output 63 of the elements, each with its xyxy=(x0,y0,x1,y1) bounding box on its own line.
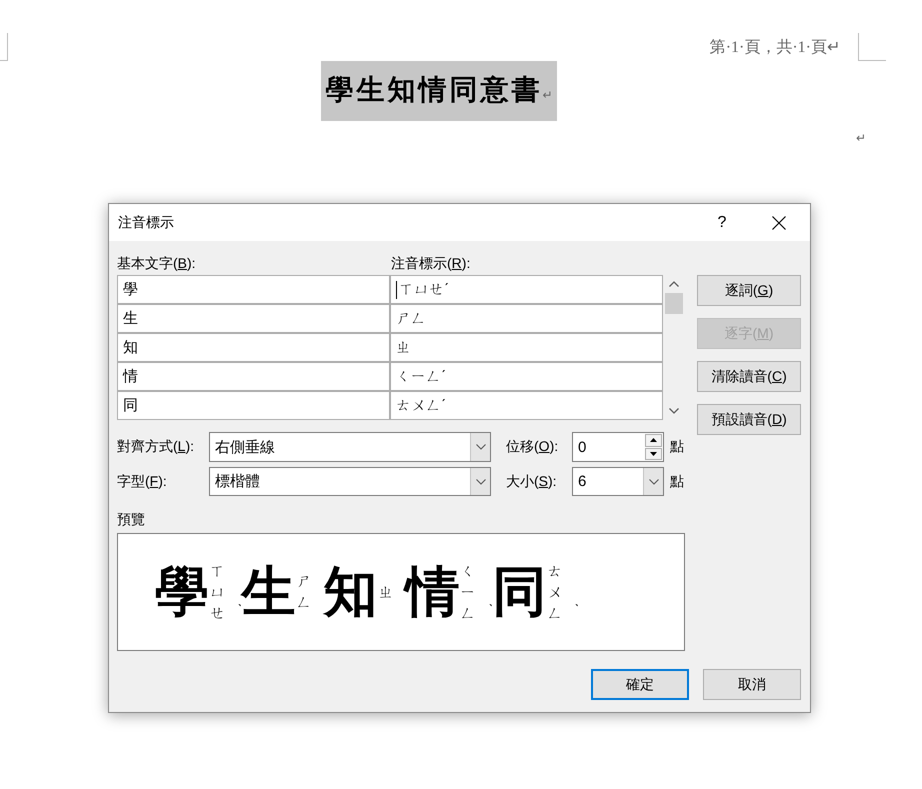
preview-zhuyin: ㄓ xyxy=(378,582,394,602)
base-text-field[interactable]: 知 xyxy=(118,334,389,361)
alignment-dropdown[interactable]: 右側垂線 xyxy=(209,432,491,462)
ruby-text-field[interactable]: ㄕㄥ xyxy=(391,305,662,332)
ruby-text-field[interactable]: ㄑㄧㄥˊ xyxy=(391,363,662,390)
cancel-button[interactable]: 取消 xyxy=(703,669,801,700)
chevron-down-icon xyxy=(476,478,486,484)
document-title: 學生知情同意書 xyxy=(325,75,542,106)
base-text-label: 基本文字(B): xyxy=(117,255,197,271)
chevron-down-icon xyxy=(648,478,658,484)
paragraph-mark: ↵ xyxy=(542,88,553,102)
page-header-text: 第·1·頁，共·1·頁↵ xyxy=(710,39,840,57)
scrollbar-thumb[interactable] xyxy=(665,293,683,314)
preview-character: 情 xyxy=(406,561,460,623)
scroll-down-icon[interactable] xyxy=(669,408,679,414)
preview-character: 學 xyxy=(155,561,209,623)
chevron-down-icon xyxy=(476,444,486,450)
ok-button[interactable]: 確定 xyxy=(591,669,689,700)
preview-zhuyin: ㄑㄧㄥ xyxy=(460,562,476,624)
preview-zhuyin: ㄕㄥ xyxy=(296,572,312,613)
preview-tone-mark: ˊ xyxy=(228,602,242,608)
preview-character: 同 xyxy=(492,561,546,623)
base-text-field[interactable]: 生 xyxy=(118,305,389,332)
size-dropdown[interactable]: 6 xyxy=(572,467,664,496)
base-text-field[interactable]: 學 xyxy=(118,276,389,303)
spin-down-button[interactable] xyxy=(645,448,662,460)
offset-label: 位移(O): xyxy=(505,438,560,456)
preview-tone-mark: ˊ xyxy=(566,602,580,608)
ruby-text-field[interactable]: ㄒㄩㄝˊ xyxy=(391,276,662,303)
preview-zhuyin: ㄊㄨㄥ xyxy=(547,562,562,624)
close-icon xyxy=(772,216,786,230)
font-label: 字型(F): xyxy=(117,472,168,490)
clear-reading-button[interactable]: 清除讀音(C) xyxy=(697,361,801,392)
preview-character: 知 xyxy=(324,561,378,623)
unit-label: 點 xyxy=(669,438,685,456)
preview-zhuyin: ㄒㄩㄝ xyxy=(210,562,225,624)
triangle-down-icon xyxy=(650,452,657,456)
preview-character: 生 xyxy=(242,561,296,623)
offset-spin-box[interactable]: 0 xyxy=(572,432,664,462)
font-dropdown[interactable]: 標楷體 xyxy=(209,467,491,496)
dropdown-arrow-button[interactable] xyxy=(470,433,490,461)
paragraph-mark: ↵ xyxy=(856,130,866,147)
margin-corner-mark xyxy=(0,33,8,61)
ruby-text-field[interactable]: ㄊㄨㄥˊ xyxy=(391,392,662,419)
spin-up-button[interactable] xyxy=(645,434,662,446)
preview-tone-mark: ˊ xyxy=(479,602,493,608)
base-text-field[interactable]: 同 xyxy=(118,392,389,419)
ruby-text-field[interactable]: ㄓ xyxy=(391,334,662,361)
word-group-button[interactable]: 逐詞(G) xyxy=(697,275,801,306)
base-text-field[interactable]: 情 xyxy=(118,363,389,390)
unit-label: 點 xyxy=(669,472,685,490)
help-button[interactable]: ? xyxy=(699,204,745,241)
default-reading-button[interactable]: 預設讀音(D) xyxy=(697,404,801,435)
size-label: 大小(S): xyxy=(505,472,558,490)
margin-corner-mark xyxy=(858,33,886,61)
scroll-up-icon[interactable] xyxy=(669,281,679,287)
alignment-label: 對齊方式(L): xyxy=(117,438,196,456)
ruby-text-label: 注音標示(R): xyxy=(391,255,472,271)
dialog-title: 注音標示 xyxy=(118,214,175,232)
triangle-up-icon xyxy=(650,438,657,442)
dropdown-arrow-button[interactable] xyxy=(470,468,490,495)
preview-label: 預覽 xyxy=(117,511,146,527)
dropdown-arrow-button[interactable] xyxy=(643,468,663,495)
